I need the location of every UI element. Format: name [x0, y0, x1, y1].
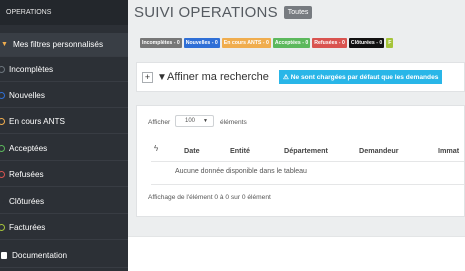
col-header-date[interactable]: Date	[184, 146, 200, 155]
sidebar-item-documentation[interactable]: Documentation	[0, 244, 128, 268]
status-badges: Incomplètes - 0 Nouvelles - 0 En cours A…	[140, 38, 394, 48]
circle-icon	[0, 145, 5, 152]
sidebar-item-label: Documentation	[12, 251, 68, 260]
sidebar-item-label: Nouvelles	[9, 91, 45, 100]
sidebar-item-refusees[interactable]: Refusées	[0, 163, 128, 187]
circle-icon	[0, 198, 5, 205]
book-icon	[1, 252, 7, 259]
filter-panel: + ▼ Affiner ma recherche ⚠ Ne sont charg…	[136, 62, 465, 92]
badge-acceptees[interactable]: Acceptées - 0	[272, 38, 311, 48]
sidebar-item-label: Clôturées	[9, 197, 45, 206]
circle-icon	[0, 118, 5, 125]
sidebar-item-cloturees[interactable]: Clôturées	[0, 190, 128, 214]
page-header: SUIVI OPERATIONS Toutes	[134, 1, 313, 23]
refine-search-label[interactable]: Affiner ma recherche	[167, 71, 269, 83]
main-content: SUIVI OPERATIONS Toutes Incomplètes - 0 …	[128, 0, 465, 271]
page-size-value: 100	[185, 118, 196, 124]
circle-icon	[0, 66, 5, 73]
sidebar-item-custom-filters[interactable]: ▼ Mes filtres personnalisés	[0, 33, 128, 57]
elements-label: éléments	[220, 119, 247, 126]
col-header-departement[interactable]: Département	[284, 146, 328, 155]
col-header-demandeur[interactable]: Demandeur	[359, 146, 399, 155]
footer-area	[128, 236, 465, 271]
title-tag: Toutes	[283, 5, 313, 19]
badge-refusees[interactable]: Refusées - 0	[312, 38, 347, 48]
expand-filter-button[interactable]: +	[142, 72, 153, 83]
sidebar-item-label: Acceptées	[9, 144, 48, 153]
col-header-immat[interactable]: Immat	[438, 146, 459, 155]
circle-icon	[0, 224, 5, 231]
sidebar-item-incompletes[interactable]: Incomplètes	[0, 58, 128, 82]
sidebar-item-label: Refusées	[9, 170, 44, 179]
sidebar-item-nouvelles[interactable]: Nouvelles	[0, 84, 128, 108]
caret-down-icon: ▼	[203, 118, 208, 124]
sidebar-item-en-cours-ants[interactable]: En cours ANTS	[0, 110, 128, 134]
sidebar-item-facturees[interactable]: Facturées	[0, 216, 128, 240]
page-title: SUIVI OPERATIONS	[134, 3, 278, 21]
default-load-notice: ⚠ Ne sont chargées par défaut que les de…	[279, 70, 443, 84]
sidebar-item-label: Mes filtres personnalisés	[12, 40, 104, 49]
table-info: Affichage de l'élément 0 à 0 sur 0 éléme…	[148, 194, 271, 201]
page-size-select[interactable]: 100 ▼	[175, 115, 214, 127]
circle-icon	[0, 92, 5, 99]
divider	[151, 161, 464, 162]
bolt-icon: ϟ	[154, 144, 159, 153]
sidebar-header: OPERATIONS	[0, 0, 128, 25]
sidebar: OPERATIONS ▼ Mes filtres personnalisés I…	[0, 0, 128, 271]
results-table-panel: Afficher 100 ▼ éléments ϟ Date Entité Dé…	[136, 105, 465, 217]
sidebar-item-acceptees[interactable]: Acceptées	[0, 137, 128, 161]
badge-en-cours-ants[interactable]: En cours ANTS - 0	[221, 38, 271, 48]
sidebar-item-label: En cours ANTS	[9, 117, 65, 126]
badge-nouvelles[interactable]: Nouvelles - 0	[183, 38, 220, 48]
badge-facturees[interactable]: F	[386, 38, 394, 48]
circle-icon	[0, 171, 5, 178]
app-window: OPERATIONS ▼ Mes filtres personnalisés I…	[0, 0, 465, 271]
divider	[151, 184, 464, 185]
page-size-label: Afficher	[148, 119, 171, 126]
badge-incompletes[interactable]: Incomplètes - 0	[140, 38, 182, 48]
empty-table-message: Aucune donnée disponible dans le tableau	[175, 168, 307, 175]
sidebar-item-label: Facturées	[9, 223, 46, 232]
sidebar-item-label: Incomplètes	[9, 65, 54, 74]
filter-icon: ▼	[157, 72, 167, 83]
col-header-entite[interactable]: Entité	[230, 146, 250, 155]
badge-cloturees[interactable]: Clôturées - 0	[348, 38, 385, 48]
chevron-down-icon: ▼	[1, 41, 8, 48]
